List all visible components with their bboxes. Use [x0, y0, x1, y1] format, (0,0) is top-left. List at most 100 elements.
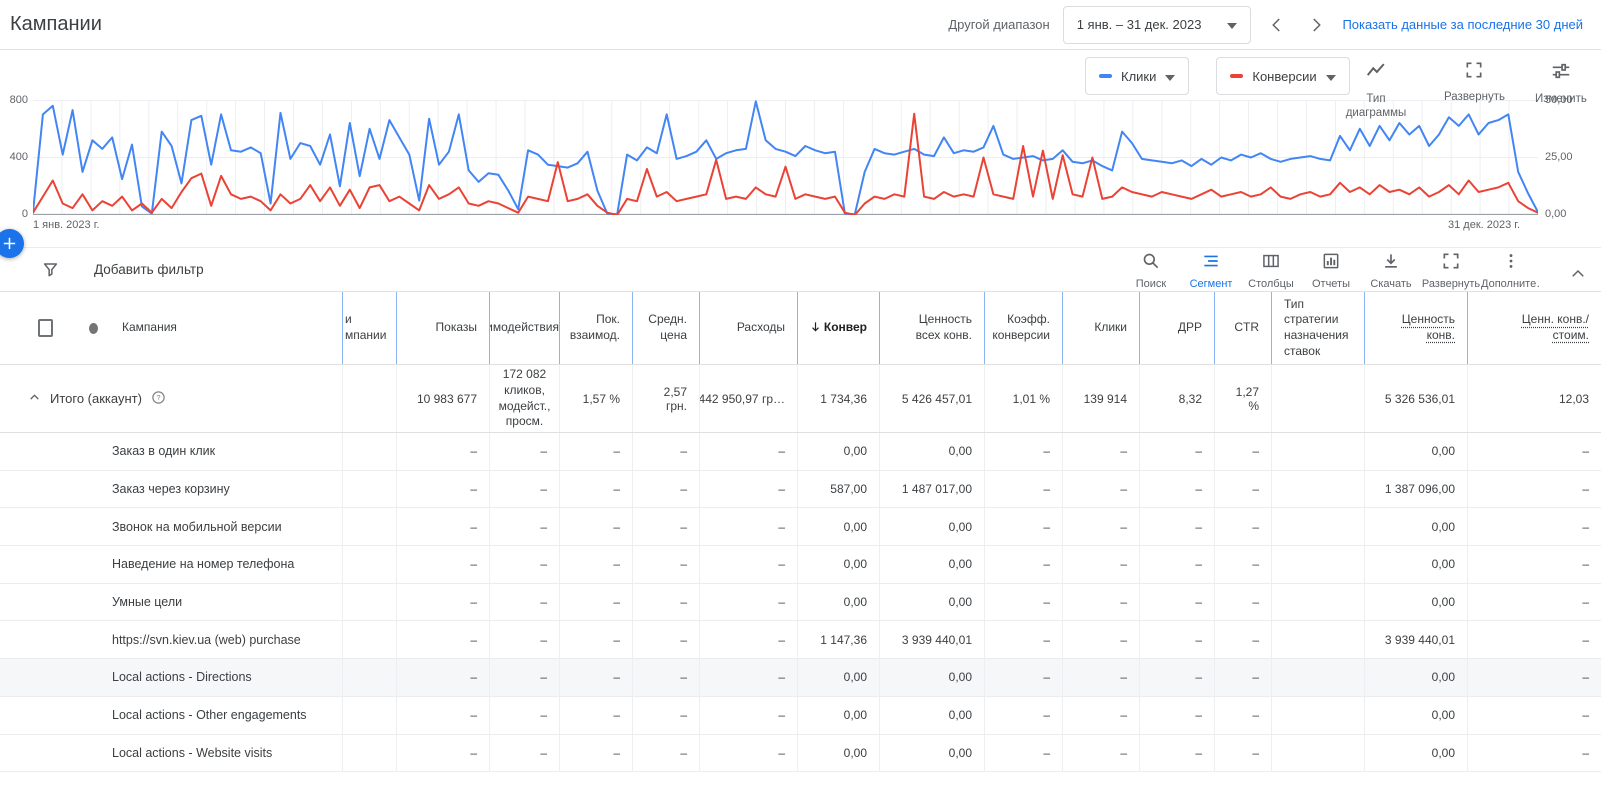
column-header-ctr[interactable]: CTR	[1215, 292, 1272, 364]
cell-value_conv: 0,00	[1365, 734, 1468, 772]
total-cell-cost: 442 950,97 гр…	[700, 365, 798, 432]
cell-drr: –	[1140, 659, 1215, 696]
column-header-value_conv[interactable]: Ценность конв.	[1365, 292, 1468, 364]
column-header-clipped[interactable]: и мпании	[343, 292, 397, 364]
toolbar-button-download-icon[interactable]: Скачать	[1361, 249, 1421, 290]
column-header-avg_cost[interactable]: Средн. цена	[633, 292, 700, 364]
metric-selector-Конверсии[interactable]: Конверсии	[1216, 57, 1350, 95]
cell-cost: –	[700, 508, 798, 546]
cell-conv_rate: –	[985, 583, 1063, 621]
expand-icon	[1464, 60, 1484, 85]
show-last-30-days-link[interactable]: Показать данные за последние 30 дней	[1342, 17, 1583, 32]
cell-conv_rate: –	[985, 659, 1063, 696]
range-label: Другой диапазон	[948, 17, 1050, 32]
column-header-interactions[interactable]: Взаимодействия	[490, 292, 560, 364]
help-icon[interactable]: ?	[151, 390, 166, 408]
cell-status	[65, 584, 110, 621]
cell-bid_strategy	[1272, 470, 1365, 508]
toolbar-button-expand-icon[interactable]: Развернуть	[1421, 249, 1481, 290]
column-header-conversions[interactable]: Конвер	[798, 292, 880, 364]
total-cell-interactions: 172 082 кликов, модейст., просм.	[490, 365, 560, 432]
right-axis-tick: 25,00	[1545, 151, 1573, 163]
date-range-controls: Другой диапазон 1 янв. – 31 дек. 2023 По…	[948, 5, 1583, 44]
legend-label: Конверсии	[1252, 68, 1317, 84]
cell-conversions: 0,00	[798, 433, 880, 470]
cell-value_per_cost: –	[1582, 444, 1589, 459]
cell-clicks: –	[1063, 546, 1140, 583]
column-label: и мпании	[345, 312, 387, 342]
toolbar-button-more-vert-icon[interactable]: Дополните…	[1481, 249, 1541, 290]
download-icon	[1381, 251, 1401, 276]
column-header-clicks[interactable]: Клики	[1063, 292, 1140, 364]
cell-impressions: –	[397, 546, 490, 583]
cell-ctr: –	[1215, 621, 1272, 659]
column-header-drr[interactable]: ДРР	[1140, 292, 1215, 364]
chart-type-icon	[1365, 60, 1387, 87]
cell-value_conv: 0,00	[1365, 433, 1468, 470]
toolbar-button-columns-icon[interactable]: Столбцы	[1241, 249, 1301, 290]
column-header-conv_value[interactable]: Ценность всех конв.	[880, 292, 985, 364]
cell-conv_value: 0,00	[880, 433, 985, 470]
cell-interactions: –	[490, 696, 560, 734]
cell-avg_cost: –	[633, 621, 700, 659]
column-header-conv_rate[interactable]: Коэфф. конверсии	[985, 292, 1063, 364]
chevron-right-icon[interactable]	[1303, 12, 1329, 38]
collapse-row-icon[interactable]	[28, 391, 41, 407]
toolbar-button-segment-icon[interactable]: Сегмент	[1181, 249, 1241, 290]
cell-clicks: –	[1063, 470, 1140, 508]
cell-cost: –	[700, 433, 798, 470]
total-cell-ctr: 1,27 %	[1215, 365, 1272, 432]
cell-drr: –	[1140, 546, 1215, 583]
cell-clicks: –	[1063, 734, 1140, 772]
cell-interactions: –	[490, 470, 560, 508]
date-range-selector[interactable]: 1 янв. – 31 дек. 2023	[1062, 5, 1252, 44]
column-label: Ценность конв.	[1401, 312, 1455, 342]
top-bar: Кампании Другой диапазон 1 янв. – 31 дек…	[0, 0, 1601, 50]
segment-icon	[1201, 251, 1221, 276]
chart-tool-tune-icon[interactable]: Изменить	[1535, 60, 1587, 106]
column-header-bid_strategy[interactable]: Тип стратегии назначения ставок	[1272, 292, 1365, 364]
total-row-label: Итого (аккаунт)	[50, 391, 142, 406]
column-label: Расходы	[736, 320, 785, 335]
left-axis-tick: 0	[21, 208, 28, 220]
cell-cost: –	[700, 734, 798, 772]
column-label: CTR	[1234, 320, 1259, 335]
column-header-interaction_rate[interactable]: Пок. взаимод.	[560, 292, 633, 364]
toolbar-button-search-icon[interactable]: Поиск	[1121, 249, 1181, 290]
cell-value_per_cost: –	[1582, 745, 1589, 760]
column-header-cost[interactable]: Расходы	[700, 292, 798, 364]
cell-interactions: –	[490, 659, 560, 696]
cell-conv_rate: –	[985, 621, 1063, 659]
collapse-panel-button[interactable]	[1555, 256, 1601, 283]
svg-text:?: ?	[156, 393, 160, 402]
cell-interaction_rate: –	[560, 696, 633, 734]
cell-name: Заказ в один клик	[110, 433, 343, 470]
legend-swatch	[1099, 74, 1112, 78]
total-cell-clicks: 139 914	[1063, 365, 1140, 432]
toolbar-button-label: Дополните…	[1481, 278, 1541, 290]
column-header-value_per_cost[interactable]: Ценн. конв./ стоим.	[1468, 292, 1601, 364]
cell-status	[65, 546, 110, 583]
chevron-left-icon[interactable]	[1264, 12, 1290, 38]
cell-name: Наведение на номер телефона	[110, 546, 343, 583]
table-row-5: https://svn.kiev.ua (web) purchase – – – – –1…	[0, 621, 1601, 660]
cell-value_per_cost: –	[1582, 632, 1589, 647]
time-series-chart[interactable]	[32, 100, 1539, 216]
toolbar-button-reports-icon[interactable]: Отчеты	[1301, 249, 1361, 290]
column-header-select[interactable]	[0, 292, 65, 364]
select-all-checkbox[interactable]	[38, 319, 53, 337]
right-axis-tick: 0,00	[1545, 208, 1567, 220]
cell-avg_cost: –	[633, 508, 700, 546]
cell-select	[0, 697, 65, 734]
column-header-impressions[interactable]: Показы	[397, 292, 490, 364]
add-filter-button[interactable]: Добавить фильтр	[94, 262, 204, 277]
cell-drr: –	[1140, 621, 1215, 659]
chart-tool-expand-icon[interactable]: Развернуть	[1444, 60, 1505, 104]
table-row-4: Умные цели – – – – –0,00 0,00– – – –0,00–	[0, 583, 1601, 622]
cell-clicks: –	[1063, 583, 1140, 621]
column-header-name[interactable]: Кампания	[110, 292, 343, 364]
metric-selector-Клики[interactable]: Клики	[1085, 57, 1190, 95]
cell-cost: –	[700, 621, 798, 659]
columns-icon	[1261, 251, 1281, 276]
cell-value_conv: 0,00	[1365, 659, 1468, 696]
